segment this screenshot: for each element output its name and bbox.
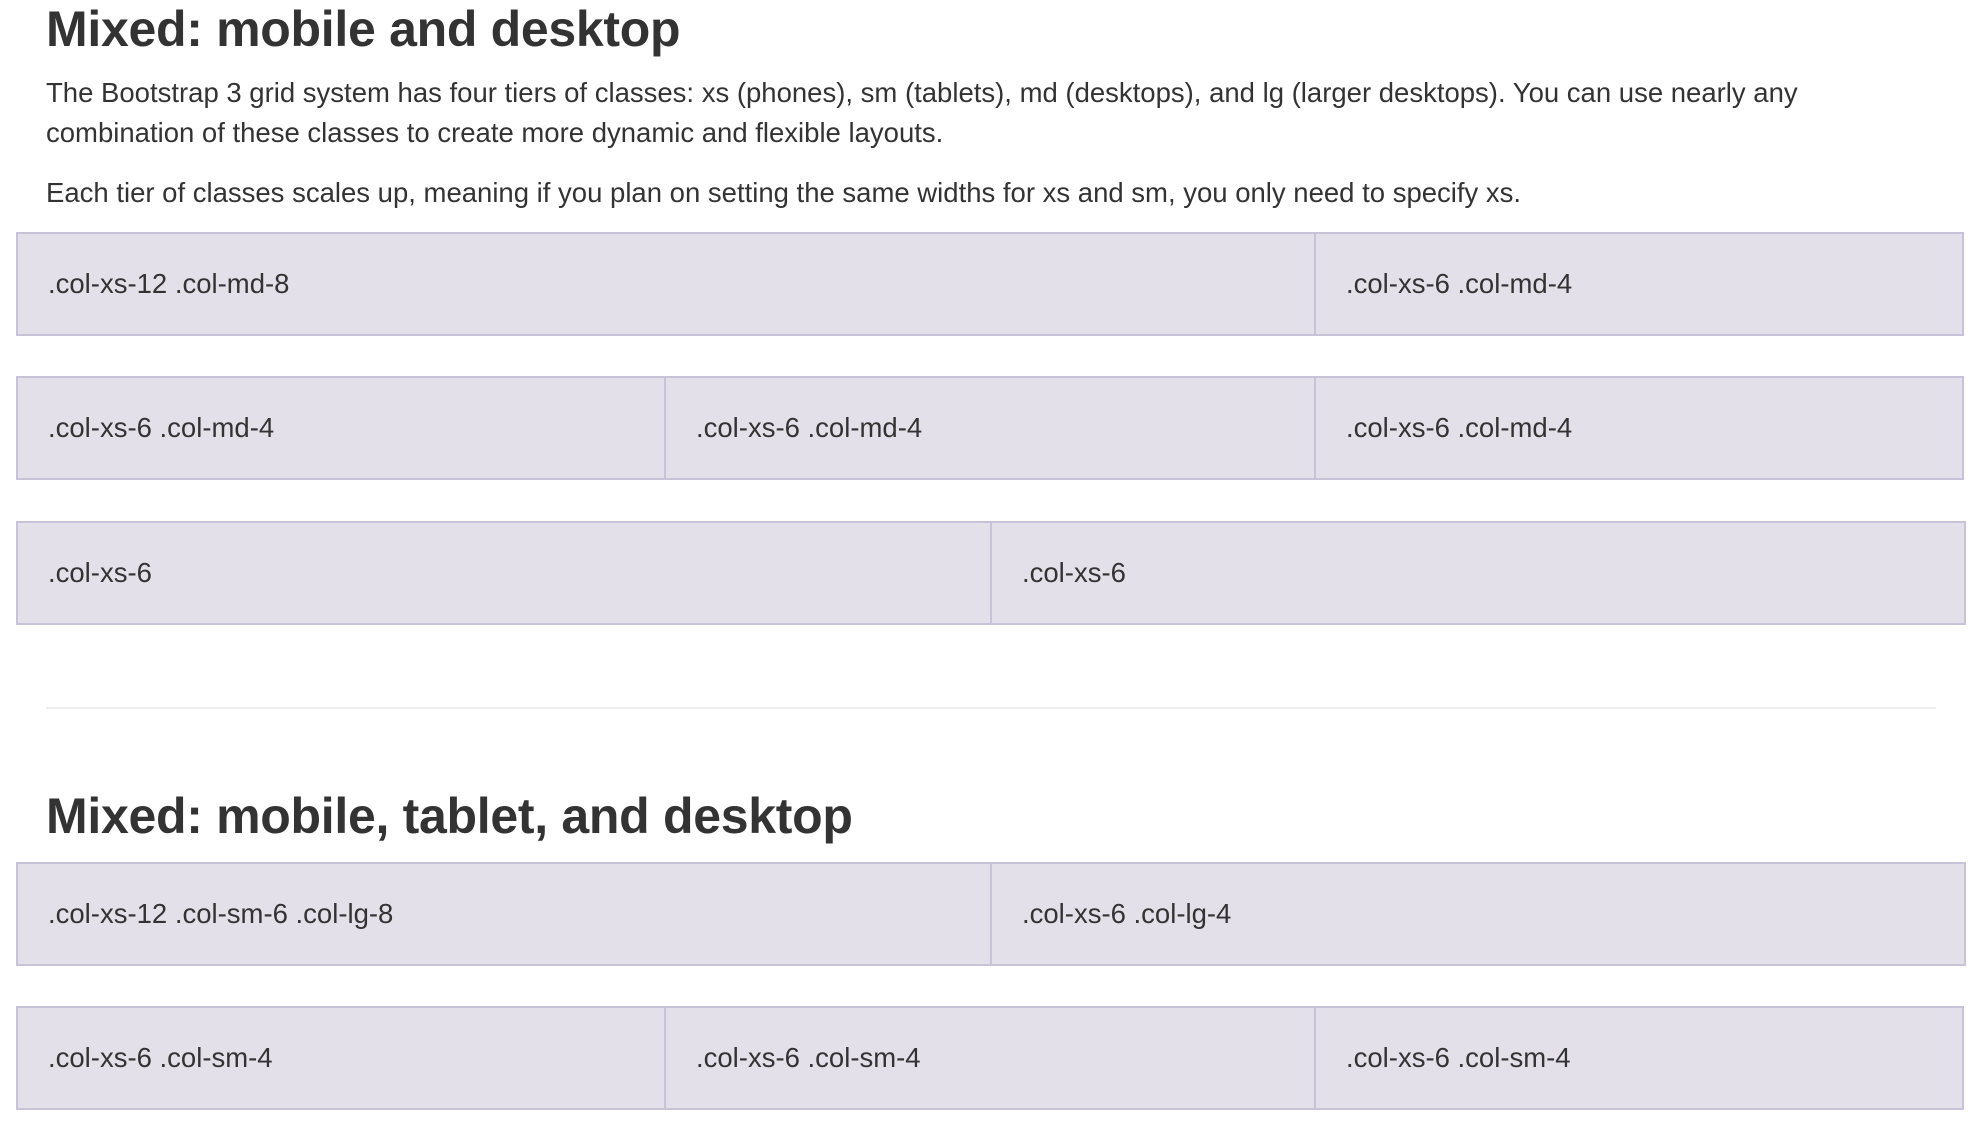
grid-cell: .col-xs-6 .col-sm-4 (664, 1006, 1316, 1110)
grid-cell: .col-xs-6 (990, 521, 1966, 625)
grid-cell: .col-xs-6 .col-md-4 (664, 376, 1316, 480)
page: Mixed: mobile and desktop The Bootstrap … (0, 0, 1974, 1126)
section-title-mobile-desktop: Mixed: mobile and desktop (46, 1, 681, 57)
grid-cell: .col-xs-12 .col-md-8 (16, 232, 1316, 336)
grid-cell: .col-xs-12 .col-sm-6 .col-lg-8 (16, 862, 992, 966)
grid-cell: .col-xs-6 .col-md-4 (1314, 376, 1964, 480)
grid-row: .col-xs-6 .col-sm-4 .col-xs-6 .col-sm-4 … (16, 1006, 1964, 1110)
grid-cell: .col-xs-6 .col-lg-4 (990, 862, 1966, 966)
section-divider (46, 707, 1936, 709)
grid-cell: .col-xs-6 (16, 521, 992, 625)
section-title-mobile-tablet-desktop: Mixed: mobile, tablet, and desktop (46, 788, 853, 844)
grid-cell: .col-xs-6 .col-sm-4 (16, 1006, 666, 1110)
grid-row: .col-xs-6 .col-xs-6 (16, 521, 1966, 625)
grid-cell: .col-xs-6 .col-md-4 (1314, 232, 1964, 336)
grid-row: .col-xs-12 .col-md-8 .col-xs-6 .col-md-4 (16, 232, 1964, 336)
grid-cell: .col-xs-6 .col-md-4 (16, 376, 666, 480)
scaling-paragraph: Each tier of classes scales up, meaning … (46, 177, 1522, 208)
intro-paragraph-line1: The Bootstrap 3 grid system has four tie… (46, 77, 1798, 108)
grid-row: .col-xs-6 .col-md-4 .col-xs-6 .col-md-4 … (16, 376, 1964, 480)
grid-cell: .col-xs-6 .col-sm-4 (1314, 1006, 1964, 1110)
grid-row: .col-xs-12 .col-sm-6 .col-lg-8 .col-xs-6… (16, 862, 1966, 966)
intro-paragraph-line2: combination of these classes to create m… (46, 117, 944, 148)
